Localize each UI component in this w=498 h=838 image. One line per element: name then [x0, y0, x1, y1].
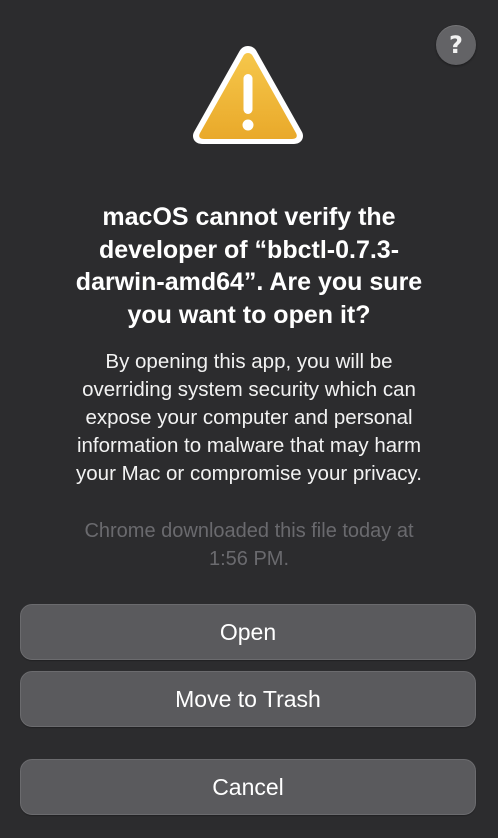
move-to-trash-button[interactable]: Move to Trash: [20, 671, 476, 727]
alert-message: By opening this app, you will be overrid…: [76, 350, 422, 485]
open-button[interactable]: Open: [20, 604, 476, 660]
cancel-button[interactable]: Cancel: [20, 759, 476, 815]
help-button[interactable]: ?: [436, 25, 476, 65]
alert-title: macOS cannot verify the developer of “bb…: [75, 203, 423, 329]
security-alert-dialog: ? macOS cannot verify the developer of “…: [0, 0, 498, 838]
download-info-text: Chrome downloaded this file today at 1:5…: [84, 520, 414, 570]
warning-triangle-icon: [192, 46, 304, 144]
question-mark-icon: ?: [449, 31, 463, 59]
